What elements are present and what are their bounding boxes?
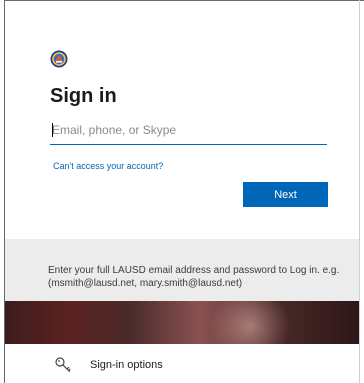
cant-access-account-link[interactable]: Can't access your account? — [53, 161, 163, 171]
page-title: Sign in — [50, 85, 117, 107]
lausd-seal-icon — [50, 50, 68, 68]
sign-in-page: Sign in Can't access your account? Next … — [0, 0, 364, 383]
photo-highlight — [205, 301, 295, 344]
sign-in-options-button[interactable]: Sign-in options — [5, 344, 359, 383]
text-caret — [52, 123, 53, 137]
right-divider — [359, 0, 360, 383]
key-icon — [55, 357, 71, 373]
next-button[interactable]: Next — [243, 182, 328, 207]
sign-in-options-label: Sign-in options — [90, 359, 163, 371]
background-photo — [5, 301, 359, 344]
info-text: Enter your full LAUSD email address and … — [48, 265, 340, 289]
email-field-container — [50, 118, 329, 145]
email-input[interactable] — [50, 118, 329, 142]
